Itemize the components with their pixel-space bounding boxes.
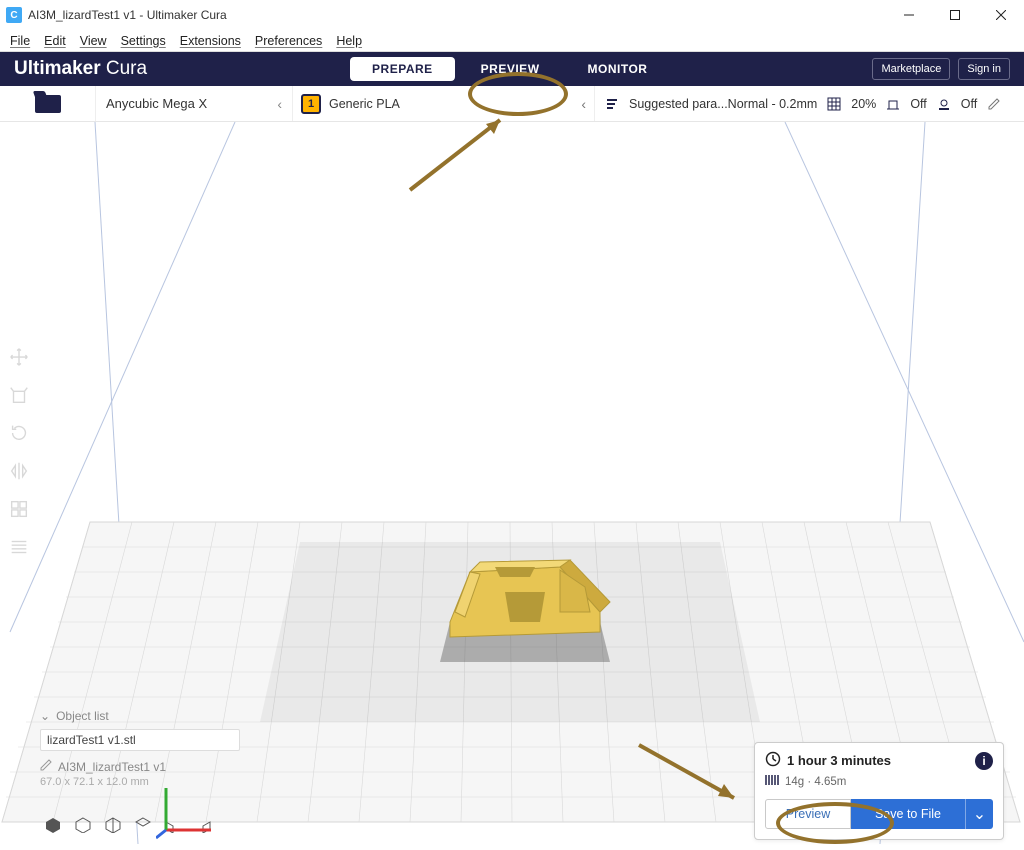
chevron-left-icon: ‹ [277,96,282,112]
tool-mirror[interactable] [0,452,38,490]
open-file-button[interactable] [0,86,95,121]
menu-preferences[interactable]: Preferences [249,32,328,50]
material-name: Generic PLA [329,97,400,111]
maximize-button[interactable] [932,0,978,30]
profile-icon [605,97,619,111]
save-button[interactable]: Save to File [851,799,965,829]
window-title: AI3M_lizardTest1 v1 - Ultimaker Cura [28,8,227,22]
view-xray-icon[interactable] [74,816,92,834]
infill-value: 20% [851,97,876,111]
print-time: 1 hour 3 minutes [787,753,891,768]
pencil-icon[interactable] [987,97,1001,111]
folder-icon [35,95,61,113]
infill-icon [827,97,841,111]
support-icon [886,97,900,111]
support-value: Off [910,97,926,111]
signin-button[interactable]: Sign in [958,58,1010,80]
object-list: ⌄ Object list lizardTest1 v1.stl AI3M_li… [40,705,240,788]
tool-rotate[interactable] [0,414,38,452]
tab-prepare[interactable]: PREPARE [350,57,455,81]
menu-file[interactable]: File [4,32,36,50]
print-settings-selector[interactable]: Suggested para...Normal - 0.2mm 20% Off … [595,86,1024,121]
settings-row: Anycubic Mega X ‹ 1 Generic PLA ‹ Sugges… [0,86,1024,122]
adhesion-value: Off [961,97,977,111]
titlebar: C AI3M_lizardTest1 v1 - Ultimaker Cura [0,0,1024,30]
tool-move[interactable] [0,338,38,376]
chevron-down-icon: ⌄ [973,804,986,824]
close-button[interactable] [978,0,1024,30]
pencil-icon [40,759,52,774]
printer-name: Anycubic Mega X [106,96,207,111]
chevron-down-icon: ⌄ [40,709,50,723]
object-list-item[interactable]: lizardTest1 v1.stl [40,729,240,751]
marketplace-button[interactable]: Marketplace [872,58,950,80]
view-front-icon[interactable] [104,816,122,834]
axis-gizmo [156,780,216,840]
menu-help[interactable]: Help [330,32,368,50]
menu-edit[interactable]: Edit [38,32,72,50]
window-controls [886,0,1024,30]
printer-selector[interactable]: Anycubic Mega X ‹ [95,86,293,121]
object-model-name[interactable]: AI3M_lizardTest1 v1 [40,759,240,774]
menu-view[interactable]: View [74,32,113,50]
material-lines-icon [765,774,779,789]
minimize-button[interactable] [886,0,932,30]
tool-support-blocker[interactable] [0,528,38,566]
tool-per-model[interactable] [0,490,38,528]
menu-settings[interactable]: Settings [115,32,172,50]
stage-tabs: PREPARE PREVIEW MONITOR [348,57,671,81]
extruder-badge: 1 [301,94,321,114]
object-list-toggle[interactable]: ⌄ Object list [40,705,240,727]
clock-icon [765,751,781,770]
object-list-title: Object list [56,709,109,723]
brand-logo: Ultimaker Cura [14,58,147,80]
left-toolbar [0,338,38,566]
info-icon[interactable]: i [975,752,993,770]
app-icon: C [6,7,22,23]
save-dropdown[interactable]: ⌄ [965,799,993,829]
action-panel: 1 hour 3 minutes i 14g · 4.65m Preview S… [754,742,1004,840]
profile-text: Suggested para...Normal - 0.2mm [629,97,817,111]
view-top-icon[interactable] [134,816,152,834]
adhesion-icon [937,97,951,111]
menu-extensions[interactable]: Extensions [174,32,247,50]
menubar: File Edit View Settings Extensions Prefe… [0,30,1024,52]
app-header: Ultimaker Cura PREPARE PREVIEW MONITOR M… [0,52,1024,86]
view-solid-icon[interactable] [44,816,62,834]
chevron-left-icon: ‹ [581,96,586,112]
tool-scale[interactable] [0,376,38,414]
preview-button[interactable]: Preview [765,799,851,829]
material-selector[interactable]: 1 Generic PLA ‹ [293,86,595,121]
tab-monitor[interactable]: MONITOR [566,57,670,81]
tab-preview[interactable]: PREVIEW [459,57,562,81]
material-usage: 14g · 4.65m [785,776,846,788]
